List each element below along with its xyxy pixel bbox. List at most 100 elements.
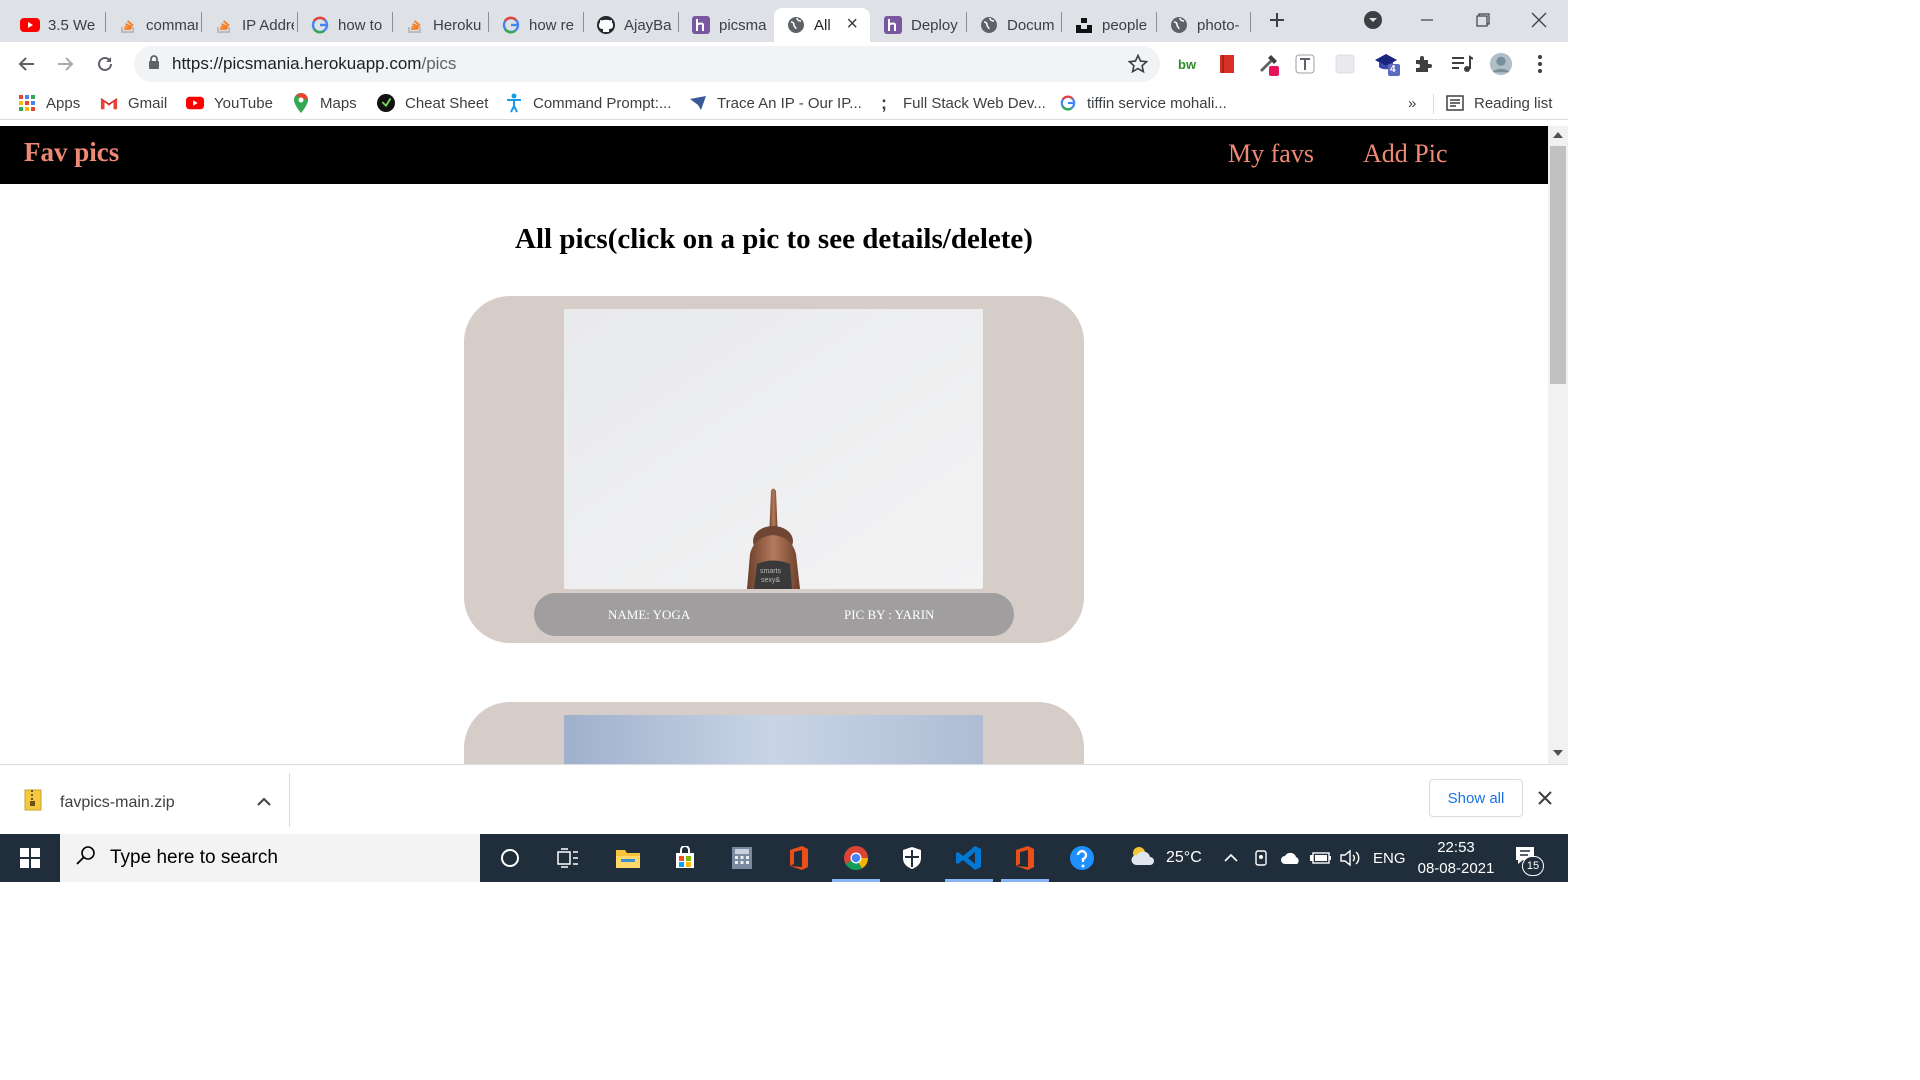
address-bar[interactable]: https://picsmania.herokuapp.com/pics — [134, 46, 1160, 82]
pic-card[interactable]: smarts sexy& NAME: YOGA PIC BY : YARIN — [464, 296, 1084, 643]
download-item[interactable]: favpics-main.zip — [24, 789, 271, 816]
cortana-icon[interactable] — [482, 834, 538, 882]
chrome-taskbar-icon[interactable] — [828, 834, 884, 882]
academy-extension-icon[interactable]: 4 — [1372, 52, 1402, 76]
browser-tab[interactable]: Docum — [967, 8, 1059, 42]
scroll-up-arrow-icon[interactable] — [1553, 132, 1563, 138]
security-shield-icon[interactable] — [884, 834, 940, 882]
bookmark-full-stack[interactable]: ; Full Stack Web Dev... — [875, 92, 1046, 114]
office-icon[interactable] — [997, 834, 1053, 882]
battery-icon[interactable] — [1310, 834, 1332, 882]
globe-icon — [786, 15, 806, 35]
volume-icon[interactable] — [1340, 834, 1362, 882]
chevron-up-icon[interactable] — [256, 794, 271, 812]
restore-button[interactable] — [1466, 6, 1500, 34]
start-button[interactable] — [2, 834, 58, 882]
bookmark-maps[interactable]: Maps — [292, 92, 357, 114]
onedrive-icon[interactable] — [1280, 834, 1302, 882]
kebab-menu-icon[interactable] — [1528, 52, 1552, 76]
tab-strip: 3.5 Web command IP Address how to Heroku… — [0, 0, 1568, 42]
bookmark-command-prompt[interactable]: Command Prompt:... — [505, 92, 671, 114]
language-indicator[interactable]: ENG — [1373, 834, 1406, 882]
pic-card[interactable] — [464, 702, 1084, 764]
nav-my-favs[interactable]: My favs — [1228, 139, 1314, 169]
site-brand-link[interactable]: Fav pics — [24, 137, 119, 168]
google-icon — [1059, 94, 1077, 112]
bookmark-trace-ip[interactable]: Trace An IP - Our IP... — [689, 92, 862, 114]
svg-text:sexy&: sexy& — [761, 577, 780, 584]
browser-tab[interactable]: Deploy — [871, 8, 963, 42]
show-all-downloads-button[interactable]: Show all — [1429, 779, 1523, 817]
minimize-button[interactable] — [1410, 6, 1444, 34]
globe-icon — [1169, 15, 1189, 35]
colorpicker-extension-icon[interactable] — [1256, 52, 1280, 76]
reading-list-button[interactable]: Reading list — [1446, 92, 1552, 114]
clock[interactable]: 22:53 08-08-2021 — [1416, 834, 1496, 882]
close-window-button[interactable] — [1522, 6, 1556, 34]
browser-tab-active[interactable]: All × — [774, 8, 870, 42]
new-tab-button[interactable] — [1260, 6, 1294, 34]
text-extension-icon[interactable] — [1293, 52, 1317, 76]
github-icon — [596, 15, 616, 35]
nav-add-pic[interactable]: Add Pic — [1363, 139, 1448, 169]
reload-button[interactable] — [90, 49, 120, 79]
weather-widget[interactable]: 25°C — [1128, 834, 1202, 882]
browser-tab[interactable]: Heroku — [393, 8, 485, 42]
browser-tab[interactable]: how to — [298, 8, 390, 42]
browser-tab[interactable]: command — [106, 8, 198, 42]
profile-avatar[interactable] — [1489, 52, 1513, 76]
bw-extension-icon[interactable]: bw — [1176, 52, 1200, 76]
download-shelf: favpics-main.zip Show all — [0, 764, 1568, 834]
file-explorer-icon[interactable] — [600, 834, 656, 882]
browser-tab[interactable]: IP Address — [202, 8, 294, 42]
browser-tab[interactable]: how re — [489, 8, 581, 42]
bookmarks-overflow-button[interactable]: » — [1408, 92, 1416, 114]
browser-tab[interactable]: photo- — [1157, 8, 1249, 42]
page-viewport: Fav pics My favs Add Pic All pics(click … — [0, 126, 1548, 764]
tab-search-button[interactable] — [1356, 6, 1390, 34]
bookmark-cheat-sheet[interactable]: Cheat Sheet — [377, 92, 488, 114]
bookmark-gmail[interactable]: Gmail — [100, 92, 167, 114]
meet-now-icon[interactable] — [1253, 834, 1271, 882]
back-button[interactable] — [12, 49, 42, 79]
browser-tab[interactable]: 3.5 Web — [8, 8, 96, 42]
grey-extension-icon[interactable] — [1333, 52, 1357, 76]
url-domain: https://picsmania.herokuapp.com — [172, 54, 422, 73]
google-icon — [310, 15, 330, 35]
scrollbar-thumb[interactable] — [1550, 146, 1566, 384]
vscode-icon[interactable] — [941, 834, 997, 882]
browser-tab[interactable]: people — [1062, 8, 1154, 42]
forward-button[interactable] — [50, 49, 80, 79]
taskbar-search-box[interactable]: Type here to search — [60, 834, 480, 882]
notifications-button[interactable]: 15 — [1514, 834, 1544, 882]
cheat-sheet-icon — [377, 94, 395, 112]
bookmark-star-icon[interactable] — [1127, 53, 1149, 78]
pic-image[interactable] — [564, 715, 983, 764]
scroll-down-arrow-icon[interactable] — [1553, 750, 1563, 756]
office-icon[interactable] — [771, 834, 827, 882]
bookmark-youtube[interactable]: YouTube — [186, 92, 273, 114]
microsoft-store-icon[interactable] — [657, 834, 713, 882]
extensions-puzzle-icon[interactable] — [1411, 52, 1435, 76]
search-icon — [76, 845, 96, 871]
task-view-icon[interactable] — [540, 834, 596, 882]
close-download-shelf-icon[interactable] — [1538, 791, 1552, 809]
close-tab-icon[interactable]: × — [846, 14, 858, 34]
browser-tab[interactable]: AjayBa — [584, 8, 676, 42]
pic-author-label: PIC BY : YARIN — [844, 607, 935, 622]
windows-taskbar: Type here to search 25°C ENG 22:53 08-08… — [0, 834, 1568, 882]
media-control-icon[interactable] — [1450, 52, 1474, 76]
calculator-icon[interactable] — [714, 834, 770, 882]
help-icon[interactable] — [1054, 834, 1110, 882]
clock-time: 22:53 — [1437, 839, 1475, 856]
stackoverflow-icon — [118, 15, 138, 35]
browser-tab[interactable]: picsma — [679, 8, 771, 42]
bookmark-tiffin[interactable]: tiffin service mohali... — [1059, 92, 1227, 114]
pic-image-yoga[interactable]: smarts sexy& — [564, 309, 983, 589]
book-extension-icon[interactable] — [1215, 52, 1239, 76]
lock-icon[interactable] — [148, 55, 160, 73]
bookmark-apps[interactable]: Apps — [18, 92, 80, 114]
page-scrollbar[interactable] — [1548, 126, 1568, 764]
zip-file-icon — [24, 789, 42, 816]
chevron-up-icon[interactable] — [1224, 834, 1238, 882]
